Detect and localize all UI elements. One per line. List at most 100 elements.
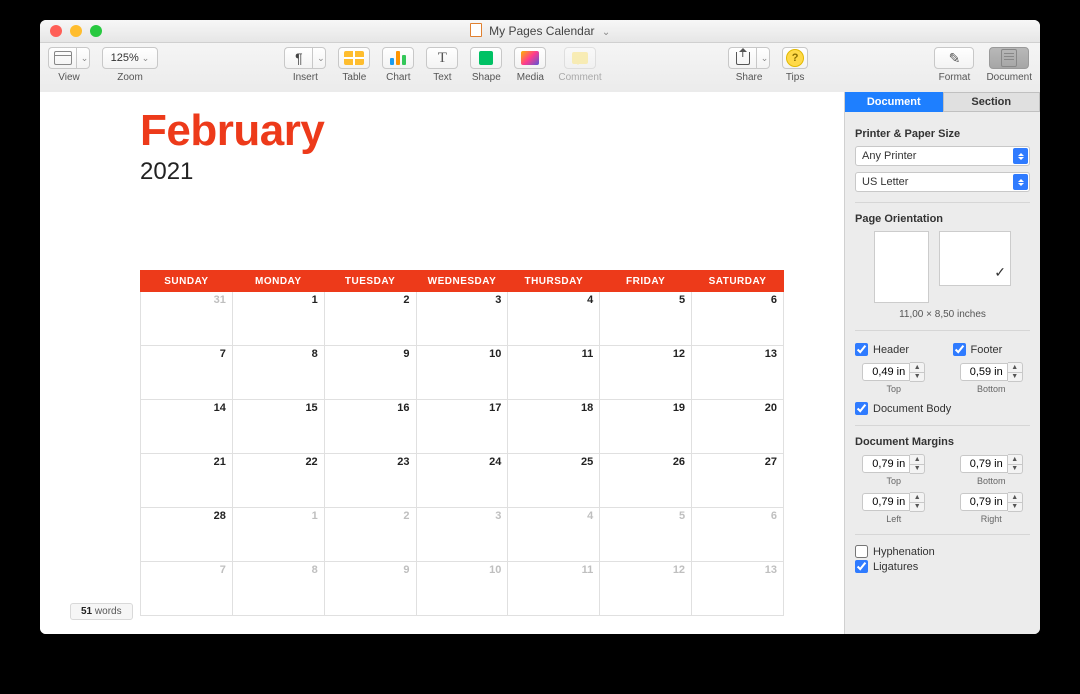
view-menu-button[interactable] xyxy=(48,47,76,69)
calendar-day-cell[interactable]: 8 xyxy=(232,562,324,616)
calendar-day-cell[interactable]: 12 xyxy=(600,346,692,400)
stepper-down-icon[interactable]: ▼ xyxy=(1008,503,1022,512)
calendar-day-cell[interactable]: 19 xyxy=(600,400,692,454)
calendar-day-cell[interactable]: 2 xyxy=(324,508,416,562)
calendar-day-cell[interactable]: 14 xyxy=(141,400,233,454)
calendar-day-cell[interactable]: 4 xyxy=(508,508,600,562)
calendar-day-cell[interactable]: 3 xyxy=(416,508,508,562)
calendar-day-cell[interactable]: 7 xyxy=(141,562,233,616)
calendar-day-cell[interactable]: 13 xyxy=(692,346,784,400)
printer-select[interactable]: Any Printer xyxy=(855,146,1030,166)
calendar-day-cell[interactable]: 22 xyxy=(232,454,324,508)
document-pane-button[interactable] xyxy=(989,47,1029,69)
window-title[interactable]: My Pages Calendar ⌄ xyxy=(40,23,1040,38)
stepper-buttons[interactable]: ▲▼ xyxy=(1008,492,1023,512)
calendar-day-cell[interactable]: 17 xyxy=(416,400,508,454)
calendar-year[interactable]: 2021 xyxy=(140,158,824,186)
paper-size-select[interactable]: US Letter xyxy=(855,172,1030,192)
calendar-day-cell[interactable]: 4 xyxy=(508,292,600,346)
stepper-buttons[interactable]: ▲▼ xyxy=(1008,454,1023,474)
stepper-buttons[interactable]: ▲▼ xyxy=(1008,362,1023,382)
insert-chevron[interactable]: ⌄ xyxy=(312,47,326,69)
stepper-up-icon[interactable]: ▲ xyxy=(1008,493,1022,503)
zoom-menu-button[interactable]: 125% ⌄ xyxy=(102,47,158,69)
document-body-checkbox[interactable] xyxy=(855,402,868,415)
calendar-day-cell[interactable]: 10 xyxy=(416,562,508,616)
stepper-down-icon[interactable]: ▼ xyxy=(910,503,924,512)
calendar-day-cell[interactable]: 8 xyxy=(232,346,324,400)
calendar-day-cell[interactable]: 5 xyxy=(600,292,692,346)
margin-top-input[interactable] xyxy=(862,455,910,473)
stepper-buttons[interactable]: ▲▼ xyxy=(910,362,925,382)
calendar-day-cell[interactable]: 10 xyxy=(416,346,508,400)
footer-bottom-stepper[interactable]: ▲▼ xyxy=(960,362,1023,382)
calendar-day-cell[interactable]: 11 xyxy=(508,562,600,616)
calendar-day-cell[interactable]: 31 xyxy=(141,292,233,346)
calendar-day-cell[interactable]: 20 xyxy=(692,400,784,454)
calendar-day-cell[interactable]: 1 xyxy=(232,292,324,346)
footer-bottom-input[interactable] xyxy=(960,363,1008,381)
tab-section[interactable]: Section xyxy=(943,92,1041,112)
margin-right-input[interactable] xyxy=(960,493,1008,511)
footer-checkbox-row[interactable]: Footer xyxy=(953,343,1003,356)
stepper-up-icon[interactable]: ▲ xyxy=(910,455,924,465)
calendar-day-cell[interactable]: 11 xyxy=(508,346,600,400)
footer-checkbox[interactable] xyxy=(953,343,966,356)
calendar-day-cell[interactable]: 12 xyxy=(600,562,692,616)
share-chevron[interactable]: ⌄ xyxy=(756,47,770,69)
stepper-up-icon[interactable]: ▲ xyxy=(910,363,924,373)
table-button[interactable] xyxy=(338,47,370,69)
stepper-up-icon[interactable]: ▲ xyxy=(1008,363,1022,373)
calendar-day-cell[interactable]: 1 xyxy=(232,508,324,562)
ligatures-checkbox-row[interactable]: Ligatures xyxy=(855,560,1030,573)
format-pane-button[interactable]: ✎ xyxy=(934,47,974,69)
margin-left-input[interactable] xyxy=(862,493,910,511)
calendar-day-cell[interactable]: 15 xyxy=(232,400,324,454)
calendar-day-cell[interactable]: 28 xyxy=(141,508,233,562)
calendar-month-title[interactable]: February xyxy=(140,106,824,156)
calendar-day-cell[interactable]: 27 xyxy=(692,454,784,508)
header-checkbox[interactable] xyxy=(855,343,868,356)
hyphenation-checkbox-row[interactable]: Hyphenation xyxy=(855,545,1030,558)
orientation-portrait[interactable] xyxy=(874,231,929,303)
calendar-day-cell[interactable]: 9 xyxy=(324,346,416,400)
calendar-day-cell[interactable]: 18 xyxy=(508,400,600,454)
calendar-day-cell[interactable]: 21 xyxy=(141,454,233,508)
chart-button[interactable] xyxy=(382,47,414,69)
text-button[interactable]: T xyxy=(426,47,458,69)
calendar-table[interactable]: SUNDAYMONDAYTUESDAYWEDNESDAYTHURSDAYFRID… xyxy=(140,270,784,616)
calendar-day-cell[interactable]: 9 xyxy=(324,562,416,616)
calendar-day-cell[interactable]: 6 xyxy=(692,292,784,346)
stepper-up-icon[interactable]: ▲ xyxy=(910,493,924,503)
view-menu-chevron[interactable]: ⌄ xyxy=(76,47,90,69)
stepper-down-icon[interactable]: ▼ xyxy=(910,373,924,382)
ligatures-checkbox[interactable] xyxy=(855,560,868,573)
document-body-checkbox-row[interactable]: Document Body xyxy=(855,402,1030,415)
margin-bottom-input[interactable] xyxy=(960,455,1008,473)
margin-top-stepper[interactable]: ▲▼ xyxy=(862,454,925,474)
header-top-input[interactable] xyxy=(862,363,910,381)
insert-button[interactable]: ¶ xyxy=(284,47,312,69)
shape-button[interactable] xyxy=(470,47,502,69)
orientation-landscape[interactable]: ✓ xyxy=(939,231,1011,286)
header-checkbox-row[interactable]: Header xyxy=(855,343,909,356)
share-button[interactable] xyxy=(728,47,756,69)
word-count-pill[interactable]: 51 words xyxy=(70,603,133,620)
margin-right-stepper[interactable]: ▲▼ xyxy=(960,492,1023,512)
calendar-day-cell[interactable]: 7 xyxy=(141,346,233,400)
comment-button[interactable] xyxy=(564,47,596,69)
calendar-day-cell[interactable]: 23 xyxy=(324,454,416,508)
calendar-day-cell[interactable]: 24 xyxy=(416,454,508,508)
calendar-day-cell[interactable]: 6 xyxy=(692,508,784,562)
margin-left-stepper[interactable]: ▲▼ xyxy=(862,492,925,512)
calendar-day-cell[interactable]: 25 xyxy=(508,454,600,508)
calendar-day-cell[interactable]: 5 xyxy=(600,508,692,562)
margin-bottom-stepper[interactable]: ▲▼ xyxy=(960,454,1023,474)
calendar-day-cell[interactable]: 16 xyxy=(324,400,416,454)
media-button[interactable] xyxy=(514,47,546,69)
header-top-stepper[interactable]: ▲▼ xyxy=(862,362,925,382)
stepper-buttons[interactable]: ▲▼ xyxy=(910,492,925,512)
stepper-down-icon[interactable]: ▼ xyxy=(1008,465,1022,474)
hyphenation-checkbox[interactable] xyxy=(855,545,868,558)
calendar-day-cell[interactable]: 3 xyxy=(416,292,508,346)
